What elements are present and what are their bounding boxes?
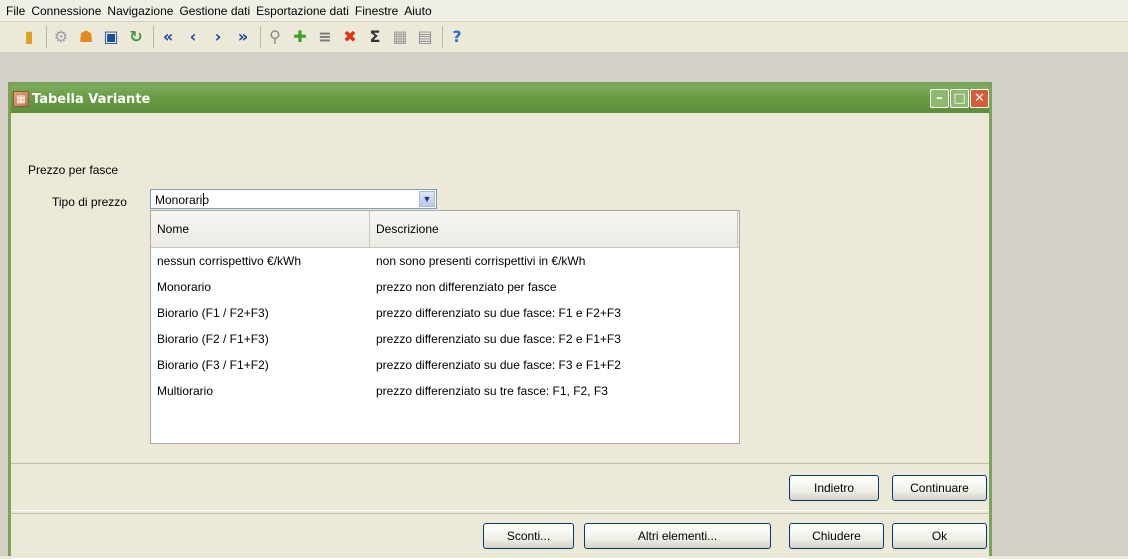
tree-icon[interactable]: ≡	[314, 26, 336, 48]
menu-file[interactable]: File	[4, 4, 29, 18]
previous-record-icon[interactable]: ‹	[182, 26, 204, 48]
help-icon[interactable]: ?	[446, 26, 468, 48]
list-item-description: prezzo differenziato su due fasce: F2 e …	[376, 332, 621, 346]
last-record-icon[interactable]: »	[232, 26, 254, 48]
price-type-combobox[interactable]: Monorario ▼	[150, 189, 437, 209]
text-caret	[203, 193, 204, 206]
calendar-icon[interactable]: ▦	[389, 26, 411, 48]
add-icon[interactable]: ✚	[289, 26, 311, 48]
list-item[interactable]: Multiorario prezzo differenziato su tre …	[151, 379, 739, 405]
list-item-name: Biorario (F3 / F1+F2)	[157, 358, 269, 372]
list-item-description: prezzo differenziato su due fasce: F1 e …	[376, 306, 621, 320]
users-icon[interactable]: ☗	[75, 26, 97, 48]
desktop-area: ▦ Tabella Variante – □ ✕ Prezzo per fasc…	[0, 52, 1128, 559]
price-type-dropdown-list: Nome Descrizione nessun corrispettivo €/…	[150, 210, 740, 444]
minimize-button[interactable]: –	[930, 89, 949, 108]
other-elements-button[interactable]: Altri elementi...	[584, 523, 771, 549]
toolbar: ▮ ⚙ ☗ ▣ ↻ «‹ ›» ⚲ ✚ ≡ ✖ Σ ▦ ▤?	[0, 23, 1128, 50]
refresh-icon[interactable]: ↻	[125, 26, 147, 48]
list-item-name: Biorario (F2 / F1+F3)	[157, 332, 269, 346]
list-item-name: Monorario	[157, 280, 212, 294]
navigation-button-bar: Indietro Continuare	[11, 463, 989, 511]
list-header: Nome Descrizione	[151, 211, 739, 248]
menu-esportazione-dati[interactable]: Esportazione dati	[254, 4, 353, 18]
exit-icon[interactable]: ▮	[18, 26, 40, 48]
continue-button[interactable]: Continuare	[892, 475, 987, 501]
list-item-description: prezzo differenziato su tre fasce: F1, F…	[376, 384, 608, 398]
window-content: Prezzo per fasce Tipo di prezzo Monorari…	[11, 113, 989, 559]
discounts-button[interactable]: Sconti...	[483, 523, 574, 549]
list-item-description: prezzo non differenziato per fasce	[376, 280, 557, 294]
toolbar-separator	[442, 25, 443, 48]
internal-window: ▦ Tabella Variante – □ ✕ Prezzo per fasc…	[8, 82, 992, 559]
list-item-description: non sono presenti corrispettivi in €/kWh	[376, 254, 586, 268]
action-button-bar: Sconti... Altri elementi... Chiudere Ok	[11, 513, 989, 559]
search-icon[interactable]: ⚲	[264, 26, 286, 48]
export-icon[interactable]: ▤	[414, 26, 436, 48]
list-item[interactable]: Biorario (F2 / F1+F3) prezzo differenzia…	[151, 327, 739, 353]
toolbar-separator	[46, 25, 47, 48]
first-record-icon[interactable]: «	[157, 26, 179, 48]
menu-finestre[interactable]: Finestre	[353, 4, 402, 18]
table-icon: ▦	[13, 91, 29, 107]
chevron-down-icon[interactable]: ▼	[419, 191, 435, 207]
connect-icon[interactable]: ⚙	[50, 26, 72, 48]
toolbar-separator	[260, 25, 261, 48]
list-item[interactable]: Biorario (F3 / F1+F2) prezzo differenzia…	[151, 353, 739, 379]
window-title: Tabella Variante	[32, 91, 151, 107]
list-item-name: Multiorario	[157, 384, 214, 398]
price-type-label: Tipo di prezzo	[52, 195, 127, 209]
list-item[interactable]: nessun corrispettivo €/kWh non sono pres…	[151, 249, 739, 275]
toolbar-separator	[153, 25, 154, 48]
close-window-button[interactable]: ✕	[970, 89, 989, 108]
save-icon[interactable]: ▣	[100, 26, 122, 48]
price-type-value[interactable]: Monorario	[155, 193, 209, 207]
list-item[interactable]: Monorario prezzo non differenziato per f…	[151, 275, 739, 301]
back-button[interactable]: Indietro	[789, 475, 879, 501]
list-item[interactable]: Biorario (F1 / F2+F3) prezzo differenzia…	[151, 301, 739, 327]
column-header-descrizione[interactable]: Descrizione	[370, 211, 738, 247]
menu-connessione[interactable]: Connessione	[29, 4, 105, 18]
menu-aiuto[interactable]: Aiuto	[402, 4, 435, 18]
window-titlebar[interactable]: ▦ Tabella Variante – □ ✕	[11, 85, 989, 113]
sum-icon[interactable]: Σ	[364, 26, 386, 48]
maximize-button[interactable]: □	[950, 89, 969, 108]
list-item-name: Biorario (F1 / F2+F3)	[157, 306, 269, 320]
menu-bar: File Connessione Navigazione Gestione da…	[0, 0, 1128, 22]
ok-button[interactable]: Ok	[892, 523, 987, 549]
list-item-name: nessun corrispettivo €/kWh	[157, 254, 302, 268]
list-item-description: prezzo differenziato su due fasce: F3 e …	[376, 358, 621, 372]
menu-navigazione[interactable]: Navigazione	[105, 4, 177, 18]
column-header-nome[interactable]: Nome	[151, 211, 370, 247]
next-record-icon[interactable]: ›	[207, 26, 229, 48]
delete-icon[interactable]: ✖	[339, 26, 361, 48]
section-label: Prezzo per fasce	[28, 163, 119, 177]
menu-gestione-dati[interactable]: Gestione dati	[177, 4, 254, 18]
close-button[interactable]: Chiudere	[789, 523, 884, 549]
